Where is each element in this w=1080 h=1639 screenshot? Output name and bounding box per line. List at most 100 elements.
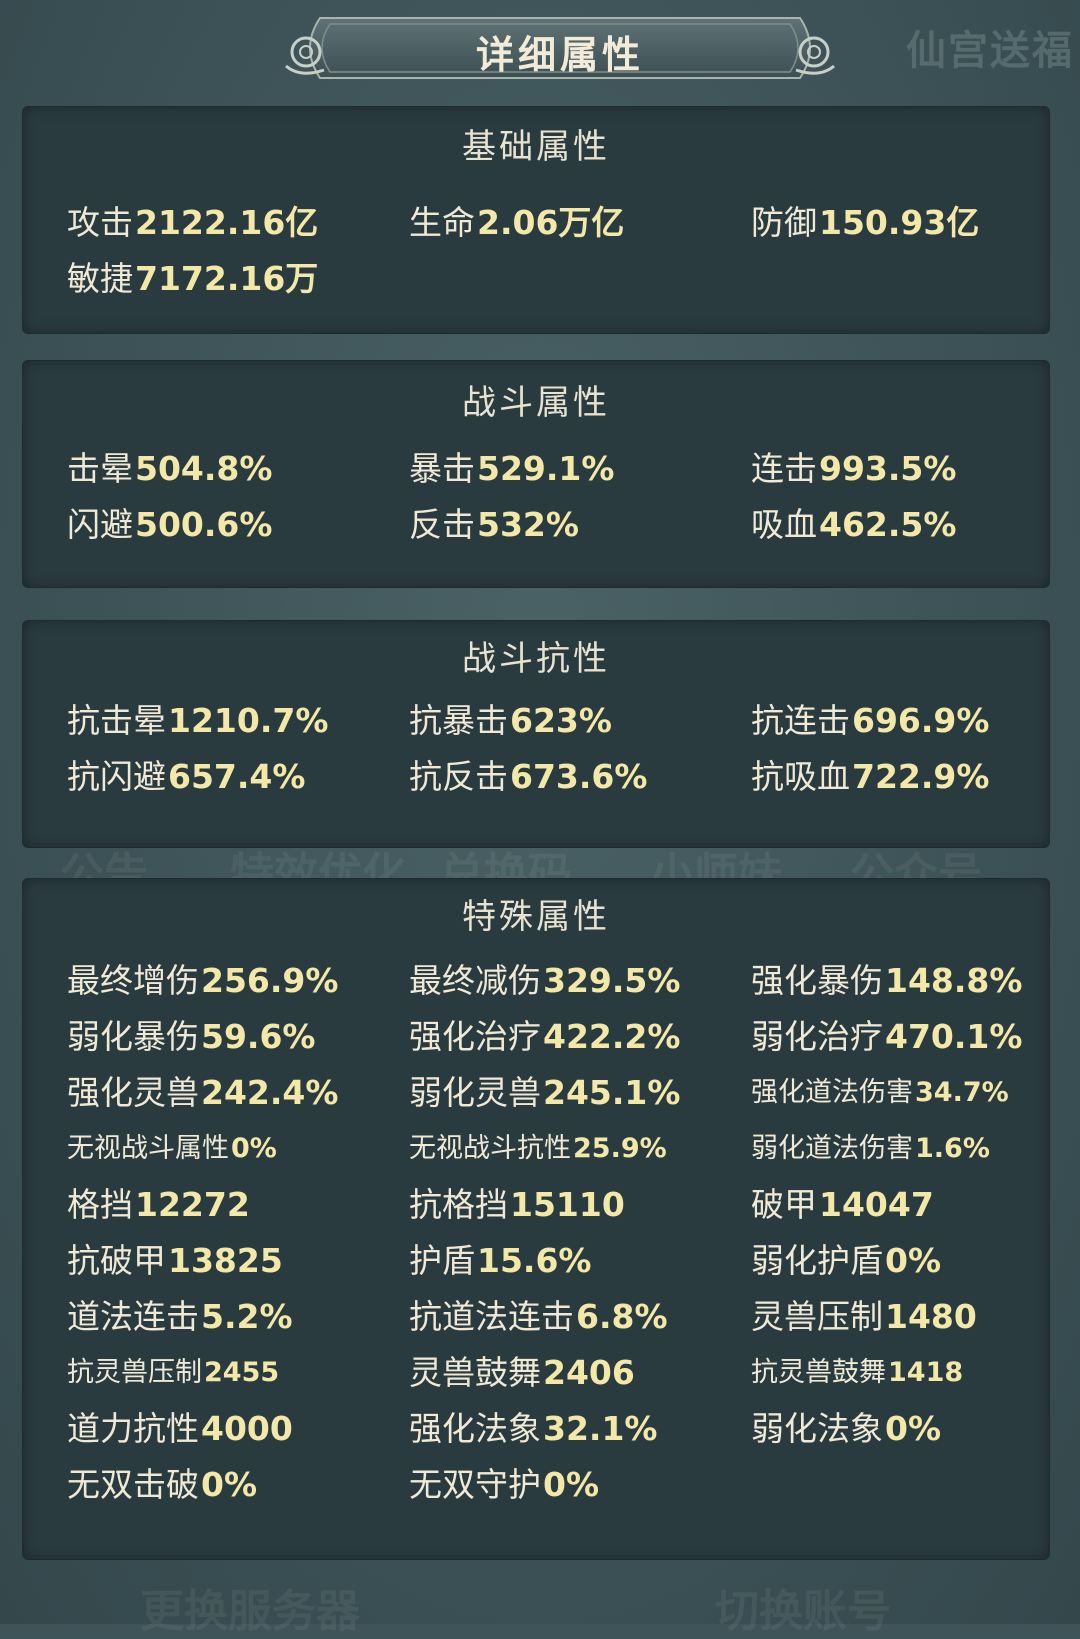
attribute-value: 462.5% [819, 505, 957, 544]
attribute-row: 道力抗性4000 强化法象32.1% 弱化法象0% [67, 1401, 1049, 1457]
section-title-resistance: 战斗抗性 [462, 639, 610, 679]
attribute-label: 最终增伤 [67, 961, 199, 1000]
attribute-value: 148.8% [885, 961, 1023, 1000]
attribute-value: 532% [477, 505, 579, 544]
attribute-label: 灵兽鼓舞 [409, 1353, 541, 1392]
attribute-row: 抗灵兽压制2455 灵兽鼓舞2406 抗灵兽鼓舞1418 [67, 1345, 1049, 1401]
panel-special-attributes: 特殊属性 最终增伤256.9% 最终减伤329.5% 强化暴伤148.8% 弱化… [22, 878, 1050, 1560]
attribute-row: 攻击2122.16亿 生命2.06万亿 防御150.93亿 [67, 195, 1049, 251]
attribute-value: 0% [543, 1465, 600, 1504]
attribute-weaken-spirit-beast: 弱化灵兽245.1% [409, 1065, 749, 1121]
attribute-label: 护盾 [409, 1241, 475, 1280]
attribute-beast-suppress: 灵兽压制1480 [751, 1289, 1051, 1345]
attribute-enhance-dharma-image: 强化法象32.1% [409, 1401, 749, 1457]
page-title: 详细属性 [475, 32, 644, 77]
attribute-label: 抗连击 [751, 701, 850, 740]
attribute-label: 弱化暴伤 [67, 1017, 199, 1056]
attribute-grid-combat: 击晕504.8% 暴击529.1% 连击993.5% 闪避500.6% 反击53… [67, 441, 1049, 553]
attribute-row: 无视战斗属性0% 无视战斗抗性25.9% 弱化道法伤害1.6% [67, 1121, 1049, 1177]
attribute-label: 道法连击 [67, 1297, 199, 1336]
attribute-value: 993.5% [819, 449, 957, 488]
attribute-grid-resistance: 抗击晕1210.7% 抗暴击623% 抗连击696.9% 抗闪避657.4% 抗… [67, 693, 1049, 805]
attribute-label: 反击 [409, 505, 475, 544]
attribute-label: 抗反击 [409, 757, 508, 796]
section-title-special: 特殊属性 [462, 897, 610, 937]
attribute-counter: 反击532% [409, 497, 749, 553]
attribute-value: 6.8% [576, 1297, 668, 1336]
attribute-row: 击晕504.8% 暴击529.1% 连击993.5% [67, 441, 1049, 497]
attribute-label: 无视战斗属性 [67, 1133, 229, 1164]
attribute-row: 弱化暴伤59.6% 强化治疗422.2% 弱化治疗470.1% [67, 1009, 1049, 1065]
watermark-text: 仙宫送福 [906, 27, 1074, 74]
attribute-weaken-shield: 弱化护盾0% [751, 1233, 1051, 1289]
attribute-label: 无双击破 [67, 1465, 199, 1504]
attribute-anti-spell-combo: 抗道法连击6.8% [409, 1289, 749, 1345]
attribute-label: 攻击 [67, 203, 133, 242]
attribute-row: 抗闪避657.4% 抗反击673.6% 抗吸血722.9% [67, 749, 1049, 805]
attribute-value: 623% [510, 701, 612, 740]
attribute-value: 256.9% [201, 961, 339, 1000]
attribute-final-damage-up: 最终增伤256.9% [67, 953, 407, 1009]
attribute-label: 强化道法伤害 [751, 1077, 913, 1108]
attribute-label: 弱化灵兽 [409, 1073, 541, 1112]
attribute-beast-inspire: 灵兽鼓舞2406 [409, 1345, 749, 1401]
attribute-row: 无双击破0% 无双守护0% [67, 1457, 1049, 1513]
attribute-label: 抗格挡 [409, 1185, 508, 1224]
attribute-label: 抗灵兽鼓舞 [751, 1357, 886, 1388]
attribute-label: 抗吸血 [751, 757, 850, 796]
attribute-value: 1210.7% [168, 701, 329, 740]
attribute-final-damage-down: 最终减伤329.5% [409, 953, 749, 1009]
attribute-value: 2455 [204, 1357, 280, 1388]
attribute-shield: 护盾15.6% [409, 1233, 749, 1289]
attribute-label: 弱化治疗 [751, 1017, 883, 1056]
attribute-value: 504.8% [135, 449, 273, 488]
attribute-value: 329.5% [543, 961, 681, 1000]
attribute-label: 抗灵兽压制 [67, 1357, 202, 1388]
attribute-value: 15110 [510, 1185, 625, 1224]
attribute-value: 245.1% [543, 1073, 681, 1112]
attribute-stun: 击晕504.8% [67, 441, 407, 497]
attribute-anti-beast-inspire: 抗灵兽鼓舞1418 [751, 1345, 1051, 1401]
panel-combat-resistance: 战斗抗性 抗击晕1210.7% 抗暴击623% 抗连击696.9% 抗闪避657… [22, 620, 1050, 848]
attribute-value: 722.9% [852, 757, 990, 796]
attribute-anti-crit: 抗暴击623% [409, 693, 749, 749]
attribute-label: 抗破甲 [67, 1241, 166, 1280]
attribute-label: 连击 [751, 449, 817, 488]
section-title-combat: 战斗属性 [462, 383, 610, 423]
attribute-dodge: 闪避500.6% [67, 497, 407, 553]
attribute-value: 242.4% [201, 1073, 339, 1112]
attribute-ignore-combat-attr: 无视战斗属性0% [67, 1121, 407, 1177]
attribute-label: 抗暴击 [409, 701, 508, 740]
attribute-label: 破甲 [751, 1185, 817, 1224]
attribute-value: 657.4% [168, 757, 306, 796]
attribute-dao-power-resist: 道力抗性4000 [67, 1401, 407, 1457]
attribute-hp: 生命2.06万亿 [409, 195, 749, 251]
attribute-label: 强化灵兽 [67, 1073, 199, 1112]
attribute-armor-break: 破甲14047 [751, 1177, 1051, 1233]
attribute-value: 32.1% [543, 1409, 658, 1448]
title-banner: 详细属性 [280, 8, 840, 88]
attribute-label: 无视战斗抗性 [409, 1133, 571, 1164]
attribute-row: 闪避500.6% 反击532% 吸血462.5% [67, 497, 1049, 553]
attribute-label: 无双守护 [409, 1465, 541, 1504]
attribute-value: 673.6% [510, 757, 648, 796]
attribute-label: 最终减伤 [409, 961, 541, 1000]
attribute-value: 0% [231, 1133, 277, 1164]
attribute-value: 0% [201, 1465, 258, 1504]
attribute-row: 强化灵兽242.4% 弱化灵兽245.1% 强化道法伤害34.7% [67, 1065, 1049, 1121]
attribute-label: 灵兽压制 [751, 1297, 883, 1336]
attribute-row: 道法连击5.2% 抗道法连击6.8% 灵兽压制1480 [67, 1289, 1049, 1345]
attribute-attack: 攻击2122.16亿 [67, 195, 407, 251]
attribute-anti-counter: 抗反击673.6% [409, 749, 749, 805]
attribute-value: 150.93亿 [819, 203, 980, 242]
attribute-enhance-spirit-beast: 强化灵兽242.4% [67, 1065, 407, 1121]
attribute-label: 击晕 [67, 449, 133, 488]
attribute-label: 抗道法连击 [409, 1297, 574, 1336]
attribute-anti-lifesteal: 抗吸血722.9% [751, 749, 1051, 805]
attribute-value: 1480 [885, 1297, 977, 1336]
attribute-anti-block: 抗格挡15110 [409, 1177, 749, 1233]
attribute-label: 生命 [409, 203, 475, 242]
attribute-row: 抗破甲13825 护盾15.6% 弱化护盾0% [67, 1233, 1049, 1289]
attribute-label: 强化暴伤 [751, 961, 883, 1000]
section-title-basic: 基础属性 [462, 127, 610, 167]
